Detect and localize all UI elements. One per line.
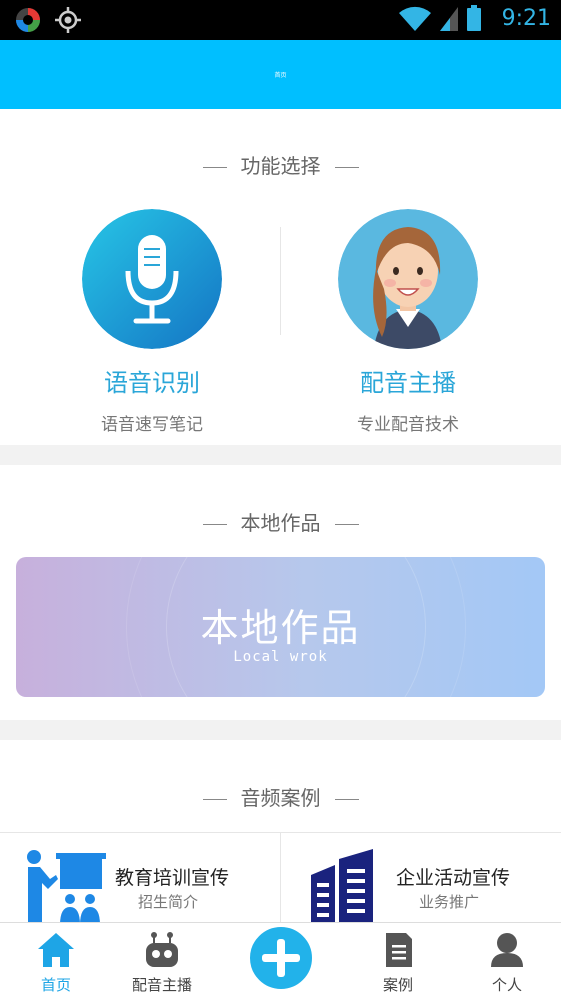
local-works-section: 本地作品 本地作品 Local wrok (0, 465, 561, 720)
add-button[interactable] (246, 923, 316, 993)
clock-time: 9:21 (501, 5, 551, 31)
function-subtitle: 语音速写笔记 (101, 415, 203, 435)
local-works-banner[interactable]: 本地作品 Local wrok (16, 557, 545, 697)
banner-subtitle: Local wrok (233, 649, 328, 665)
case-item-enterprise[interactable]: 企业活动宣传 业务推广 (281, 833, 561, 925)
cases-section-heading: 音频案例 (240, 786, 321, 810)
case-subtitle: 业务推广 (419, 893, 480, 911)
heading-dash-right (334, 524, 359, 525)
function-item-voice-anchor[interactable]: 配音主播 专业配音技术 (268, 109, 548, 445)
section-heading: 本地作品 (0, 507, 561, 536)
wifi-icon (398, 6, 431, 32)
nav-item-voice-anchor[interactable]: 配音主播 (106, 923, 218, 999)
nav-label: 案例 (382, 976, 413, 994)
document-icon (386, 933, 412, 967)
robot-icon (146, 932, 178, 967)
microphone-icon (82, 209, 222, 349)
banner-title: 本地作品 (200, 606, 361, 650)
function-title: 语音识别 (104, 369, 200, 397)
function-item-speech-recognition[interactable]: 语音识别 语音速写笔记 (12, 109, 292, 445)
nav-label: 配音主播 (131, 976, 192, 994)
heading-dash-left (202, 524, 227, 525)
building-icon (311, 849, 373, 925)
local-section-heading: 本地作品 (240, 511, 321, 535)
nav-item-cases[interactable]: 案例 (342, 923, 454, 999)
nav-label: 个人 (491, 976, 522, 994)
top-app-bar: 首页 (0, 40, 561, 109)
function-subtitle: 专业配音技术 (357, 415, 459, 435)
status-bar: 9:21 (0, 0, 561, 40)
battery-icon (466, 5, 481, 31)
case-subtitle: 招生简介 (138, 893, 199, 911)
function-section: 功能选择 语音识别 语音速写笔记 配音主播 专业配音技术 (0, 109, 561, 445)
page-title: 首页 (274, 72, 287, 79)
case-item-education[interactable]: 教育培训宣传 招生简介 (0, 833, 280, 925)
female-anchor-avatar (338, 209, 478, 349)
signal-icon (439, 7, 458, 31)
heading-dash-right (334, 799, 359, 800)
nav-item-home[interactable]: 首页 (0, 923, 112, 999)
home-icon (38, 933, 74, 967)
audio-cases-section: 音频案例 教育培训宣传 招生简介 企业活动宣传 业务推广 (0, 740, 561, 925)
plus-icon (262, 939, 300, 977)
case-title: 企业活动宣传 (396, 867, 511, 889)
section-heading: 音频案例 (0, 782, 561, 811)
bottom-navigation: 首页 配音主播 案例 个人 (0, 922, 561, 999)
function-title: 配音主播 (360, 369, 456, 397)
app-icon (16, 8, 40, 32)
person-icon (491, 933, 523, 967)
case-title: 教育培训宣传 (115, 867, 230, 889)
heading-dash-left (202, 799, 227, 800)
nav-item-profile[interactable]: 个人 (451, 923, 561, 999)
gps-icon (55, 7, 81, 33)
nav-label: 首页 (40, 976, 71, 994)
teacher-icon (27, 850, 106, 925)
